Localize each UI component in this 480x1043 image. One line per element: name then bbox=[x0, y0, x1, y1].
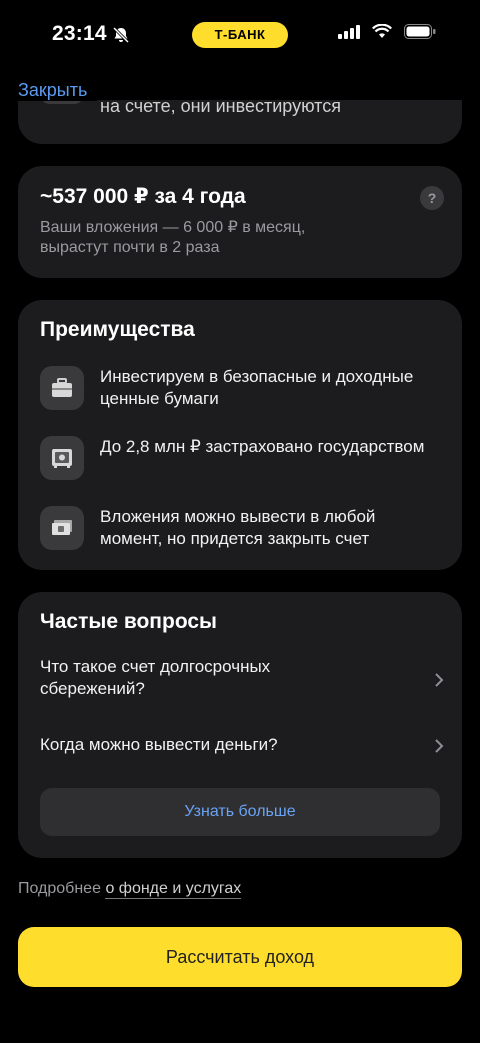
faq-card: Частые вопросы Что такое счет долгосрочн… bbox=[18, 592, 462, 858]
close-link[interactable]: Закрыть bbox=[18, 80, 98, 101]
details-line: Подробнее о фонде и услугах bbox=[18, 880, 242, 899]
details-prefix: Подробнее bbox=[18, 880, 101, 897]
advantage-text: До 2,8 млн ₽ застраховано государством bbox=[100, 437, 425, 456]
calculate-income-button[interactable]: Рассчитать доход bbox=[18, 927, 462, 987]
advantages-card: Преимущества Инвестируем в безопасные и … bbox=[18, 300, 462, 570]
chevron-right-icon bbox=[434, 738, 444, 759]
partial-card: на счете, они инвестируются bbox=[18, 100, 462, 144]
faq-item[interactable]: Что такое счет долгосрочных сбережений? bbox=[40, 656, 444, 704]
fund-details-link[interactable]: о фонде и услугах bbox=[105, 880, 242, 899]
advantage-item: Инвестируем в безопасные и доходные ценн… bbox=[40, 366, 450, 414]
faq-title: Частые вопросы bbox=[40, 610, 217, 633]
content-scroll[interactable]: на счете, они инвестируются ~537 000 ₽ з… bbox=[0, 100, 480, 1043]
income-subtitle: Ваши вложения — 6 000 ₽ в месяц, вырасту… bbox=[40, 219, 306, 256]
safe-icon bbox=[40, 436, 84, 480]
status-icons bbox=[338, 23, 436, 44]
advantage-item: Вложения можно вывести в любой момент, н… bbox=[40, 506, 450, 554]
faq-question: Когда можно вывести деньги? bbox=[40, 735, 278, 754]
cellular-signal-icon bbox=[338, 24, 360, 44]
advantage-text: Вложения можно вывести в любой момент, н… bbox=[100, 507, 376, 548]
faq-question: Что такое счет долгосрочных сбережений? bbox=[40, 657, 271, 698]
advantage-item: До 2,8 млн ₽ застраховано государством bbox=[40, 436, 450, 484]
help-icon[interactable]: ? bbox=[420, 186, 444, 210]
advantages-title: Преимущества bbox=[40, 318, 195, 341]
bell-muted-icon bbox=[112, 26, 130, 44]
wifi-icon bbox=[372, 23, 392, 44]
briefcase-icon bbox=[40, 366, 84, 410]
advantage-text: Инвестируем в безопасные и доходные ценн… bbox=[100, 367, 414, 408]
partial-card-text: на счете, они инвестируются bbox=[100, 100, 341, 116]
status-time: 23:14 bbox=[52, 22, 107, 45]
battery-icon bbox=[404, 24, 436, 44]
faq-item[interactable]: Когда можно вывести деньги? bbox=[40, 734, 444, 758]
status-bar: 23:14 Т-БАНК bbox=[0, 0, 480, 70]
income-title: ~537 000 ₽ за 4 года bbox=[40, 185, 246, 208]
banknote-icon bbox=[40, 506, 84, 550]
bank-badge: Т-БАНК bbox=[192, 22, 288, 48]
income-card: ~537 000 ₽ за 4 года Ваши вложения — 6 0… bbox=[18, 166, 462, 278]
chevron-right-icon bbox=[434, 672, 444, 693]
learn-more-button[interactable]: Узнать больше bbox=[40, 788, 440, 836]
